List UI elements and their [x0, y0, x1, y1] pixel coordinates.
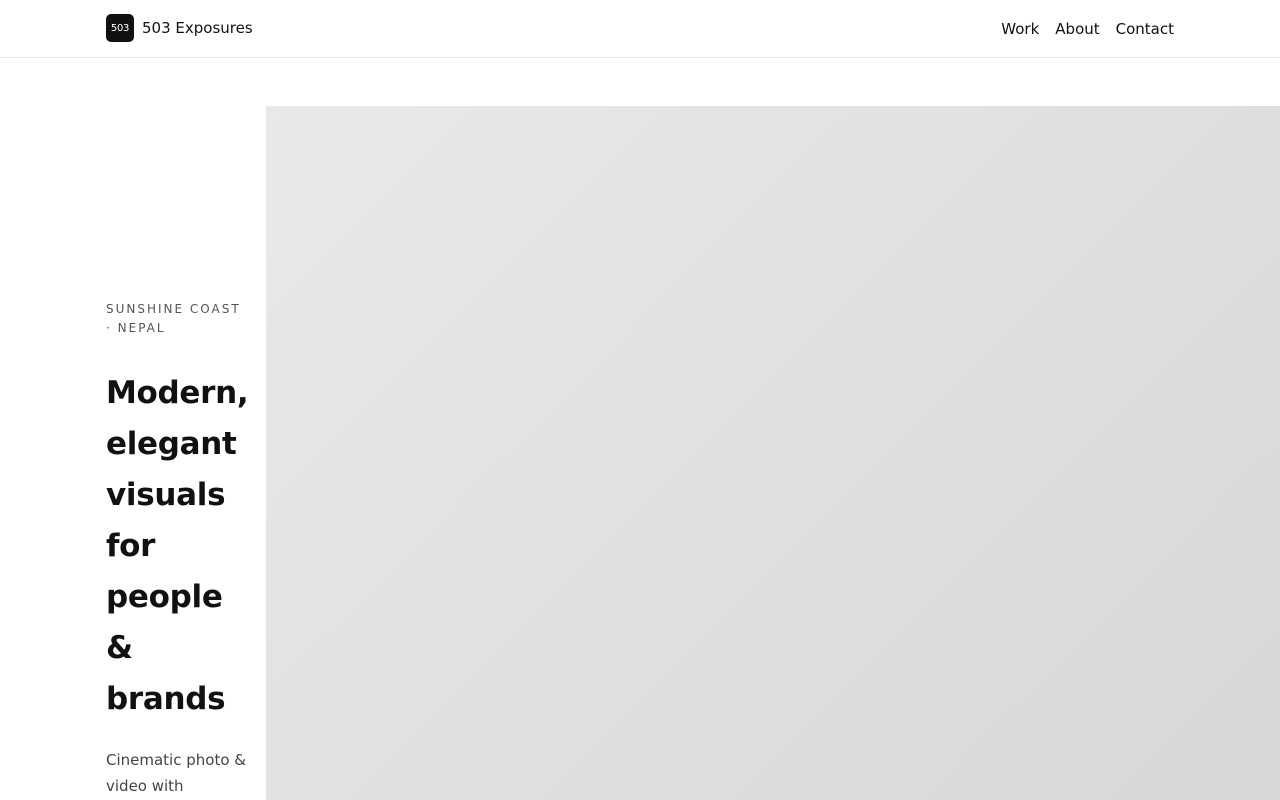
brand-link[interactable]: 503 503 Exposures [106, 14, 253, 42]
brand-name: 503 Exposures [142, 19, 253, 37]
hero-headline: Modern, elegant visuals for people & bra… [106, 375, 249, 717]
nav-link-about[interactable]: About [1055, 19, 1099, 39]
hero-eyebrow: SUNSHINE COAST · NEPAL [106, 302, 241, 335]
brand-logo: 503 [106, 14, 134, 42]
nav-link-contact[interactable]: Contact [1116, 19, 1174, 39]
hero-copy: SUNSHINE COAST · NEPAL Modern, elegant v… [106, 300, 249, 799]
site-header: 503 503 Exposures Work About Contact [0, 0, 1280, 58]
hero-lede: Cinematic photo & video with [106, 751, 246, 795]
nav-link-work[interactable]: Work [1001, 19, 1039, 39]
main-nav: Work About Contact [1001, 19, 1174, 39]
hero-image-placeholder [266, 106, 1280, 800]
